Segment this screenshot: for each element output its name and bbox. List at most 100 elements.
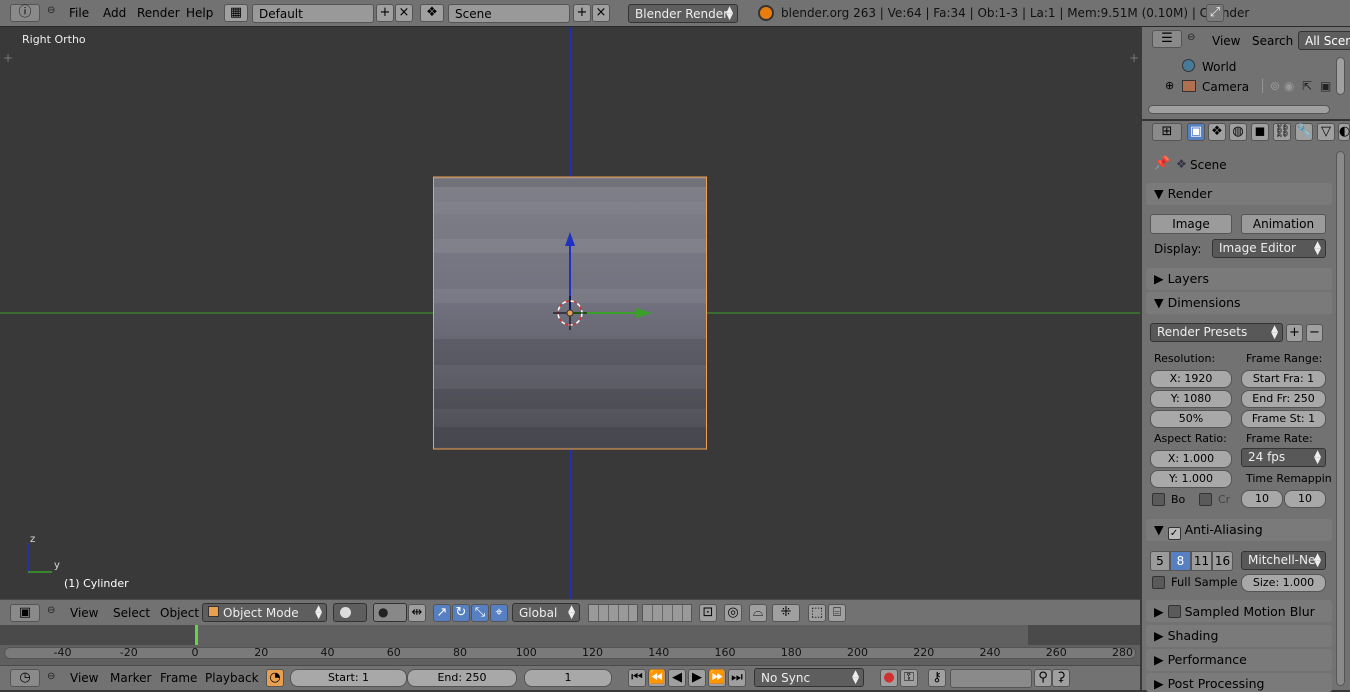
current-frame-field[interactable]: 1 bbox=[524, 669, 612, 687]
layers-panel-header[interactable]: ▶ Layers bbox=[1146, 268, 1332, 290]
selectable-cursor-icon[interactable]: ⇱ bbox=[1302, 79, 1312, 93]
menu-playback[interactable]: Playback bbox=[205, 671, 259, 685]
manipulator-toggle-icon[interactable]: ⇹ bbox=[408, 604, 426, 622]
render-tab-icon[interactable]: ▣ bbox=[1187, 123, 1205, 141]
jump-keyframe-forward-icon[interactable]: ⏩ bbox=[708, 669, 726, 687]
add-preset-icon[interactable]: + bbox=[1286, 324, 1303, 342]
scale-manipulator-icon[interactable]: ⤡ bbox=[471, 604, 489, 622]
constraints-tab-icon[interactable]: ⛓ bbox=[1273, 123, 1291, 141]
render-camera-icon[interactable]: ▣ bbox=[1320, 79, 1331, 93]
menu-help[interactable]: Help bbox=[186, 6, 213, 20]
keying-set-icon[interactable]: ⚿ bbox=[900, 669, 918, 687]
end-frame-field[interactable]: End: 250 bbox=[407, 669, 517, 687]
render-preview-icon[interactable]: ⬚ bbox=[808, 604, 826, 622]
menu-search[interactable]: Search bbox=[1252, 34, 1293, 48]
screen-layout-icon[interactable]: ▦ bbox=[224, 4, 248, 22]
aa-samples-5[interactable]: 5 bbox=[1150, 551, 1170, 571]
full-sample-checkbox[interactable] bbox=[1152, 576, 1165, 589]
scene-tab-icon[interactable]: ❖ bbox=[1208, 123, 1226, 141]
play-reverse-icon[interactable]: ◀ bbox=[668, 669, 686, 687]
motion-blur-checkbox[interactable] bbox=[1167, 605, 1181, 618]
add-scene-icon[interactable]: + bbox=[573, 4, 591, 22]
render-engine-dropdown[interactable]: Blender Render ▲ ▼ bbox=[628, 4, 738, 23]
object-tab-icon[interactable]: ◼ bbox=[1251, 123, 1269, 141]
world-tab-icon[interactable]: ◍ bbox=[1229, 123, 1247, 141]
remap-new-field[interactable]: 10 bbox=[1284, 490, 1326, 508]
menu-view[interactable]: View bbox=[1212, 34, 1240, 48]
dimensions-panel-header[interactable]: ▼ Dimensions bbox=[1146, 292, 1332, 314]
end-frame-field[interactable]: End Fr: 250 bbox=[1241, 390, 1326, 408]
sync-dropdown[interactable]: No Sync ▲ ▼ bbox=[754, 668, 864, 687]
jump-start-icon[interactable]: ⏮ bbox=[628, 669, 646, 687]
pivot-point-dropdown[interactable]: ● bbox=[373, 603, 407, 622]
motion-blur-panel-header[interactable]: ▶ Sampled Motion Blur bbox=[1146, 600, 1332, 622]
outliner-vscrollbar[interactable] bbox=[1336, 57, 1345, 95]
render-animation-icon[interactable]: ⌸ bbox=[828, 604, 846, 622]
modifiers-tab-icon[interactable]: 🔧 bbox=[1295, 123, 1313, 141]
material-tab-icon[interactable]: ◐ bbox=[1338, 123, 1350, 141]
scene-field[interactable]: Scene bbox=[448, 4, 570, 23]
collapse-menu-icon[interactable]: ⊖ bbox=[47, 5, 55, 16]
menu-render[interactable]: Render bbox=[137, 6, 180, 20]
resolution-percent-field[interactable]: 50% bbox=[1150, 410, 1232, 428]
properties-scrollbar[interactable] bbox=[1336, 151, 1345, 686]
delete-keyframe-icon[interactable]: ⚳ bbox=[1052, 669, 1070, 687]
collapse-menu-icon[interactable]: ⊖ bbox=[1187, 32, 1195, 43]
3d-viewport[interactable]: Right Ortho + + z y (1) Cylinder bbox=[0, 27, 1140, 599]
editor-type-timeline-icon[interactable]: ◷ bbox=[10, 669, 40, 687]
play-icon[interactable]: ▶ bbox=[688, 669, 706, 687]
aa-samples-16[interactable]: 16 bbox=[1212, 551, 1233, 571]
remove-preset-icon[interactable]: − bbox=[1306, 324, 1323, 342]
editor-type-outliner-icon[interactable]: ☰ bbox=[1152, 30, 1182, 48]
outliner-item-camera[interactable]: Camera bbox=[1202, 80, 1249, 94]
active-keying-set-icon[interactable]: ⚷ bbox=[928, 669, 946, 687]
orientation-dropdown[interactable]: Global ▲ ▼ bbox=[512, 603, 580, 622]
keying-set-field[interactable] bbox=[950, 669, 1032, 688]
delete-scene-icon[interactable]: × bbox=[592, 4, 610, 22]
editor-type-3d-icon[interactable]: ▣ bbox=[10, 604, 40, 622]
pin-icon[interactable]: 📌 bbox=[1154, 156, 1170, 171]
record-icon[interactable]: ● bbox=[880, 669, 898, 687]
fullscreen-icon[interactable]: ⤢ bbox=[1206, 4, 1224, 22]
mode-dropdown[interactable]: Object Mode ▲ ▼ bbox=[202, 603, 327, 622]
menu-add[interactable]: Add bbox=[103, 6, 126, 20]
render-presets-dropdown[interactable]: Render Presets ▲ ▼ bbox=[1150, 323, 1283, 342]
screen-layout-field[interactable]: Default bbox=[252, 4, 374, 23]
crop-checkbox[interactable] bbox=[1199, 493, 1212, 506]
post-processing-panel-header[interactable]: ▶ Post Processing bbox=[1146, 673, 1332, 692]
data-tab-icon[interactable]: ▽ bbox=[1317, 123, 1335, 141]
proportional-edit-icon[interactable]: ◎ bbox=[724, 604, 742, 622]
outliner-hscrollbar[interactable] bbox=[1148, 105, 1330, 114]
aspect-y-field[interactable]: Y: 1.000 bbox=[1150, 470, 1232, 488]
shading-panel-header[interactable]: ▶ Shading bbox=[1146, 625, 1332, 647]
snap-element-icon[interactable]: ⁜ bbox=[772, 604, 800, 622]
expand-icon[interactable]: ⊕ bbox=[1165, 79, 1174, 92]
menu-file[interactable]: File bbox=[69, 6, 89, 20]
menu-view[interactable]: View bbox=[70, 671, 98, 685]
frame-step-field[interactable]: Frame St: 1 bbox=[1241, 410, 1326, 428]
aa-samples-11[interactable]: 11 bbox=[1191, 551, 1212, 571]
render-animation-button[interactable]: Animation bbox=[1241, 214, 1326, 234]
jump-keyframe-back-icon[interactable]: ⏪ bbox=[648, 669, 666, 687]
scene-icon[interactable]: ❖ bbox=[420, 4, 444, 22]
remap-old-field[interactable]: 10 bbox=[1241, 490, 1283, 508]
viewport-shading-dropdown[interactable] bbox=[333, 603, 367, 622]
add-screen-icon[interactable]: + bbox=[376, 4, 394, 22]
rotate-manipulator-icon[interactable]: ↻ bbox=[452, 604, 470, 622]
snap-toggle-icon[interactable]: ⌓ bbox=[749, 604, 767, 622]
render-image-button[interactable]: Image bbox=[1150, 214, 1232, 234]
resolution-x-field[interactable]: X: 1920 bbox=[1150, 370, 1232, 388]
menu-object[interactable]: Object bbox=[160, 606, 199, 620]
menu-frame[interactable]: Frame bbox=[160, 671, 197, 685]
layers-grid-a[interactable] bbox=[588, 604, 638, 622]
timeline-area[interactable]: -40 -20 0 20 40 60 80 100 120 140 160 180 200 220 240 2… bbox=[0, 625, 1140, 665]
performance-panel-header[interactable]: ▶ Performance bbox=[1146, 649, 1332, 671]
aa-samples-8[interactable]: 8 bbox=[1170, 551, 1191, 571]
aspect-x-field[interactable]: X: 1.000 bbox=[1150, 450, 1232, 468]
delete-screen-icon[interactable]: × bbox=[395, 4, 413, 22]
editor-type-info-icon[interactable]: ⓘ bbox=[10, 4, 40, 22]
current-frame-marker[interactable] bbox=[195, 625, 198, 645]
lock-layers-icon[interactable]: ⊡ bbox=[699, 604, 717, 622]
anti-aliasing-panel-header[interactable]: ▼ ✓ Anti-Aliasing bbox=[1146, 519, 1332, 541]
frame-rate-dropdown[interactable]: 24 fps ▲ ▼ bbox=[1241, 448, 1326, 467]
